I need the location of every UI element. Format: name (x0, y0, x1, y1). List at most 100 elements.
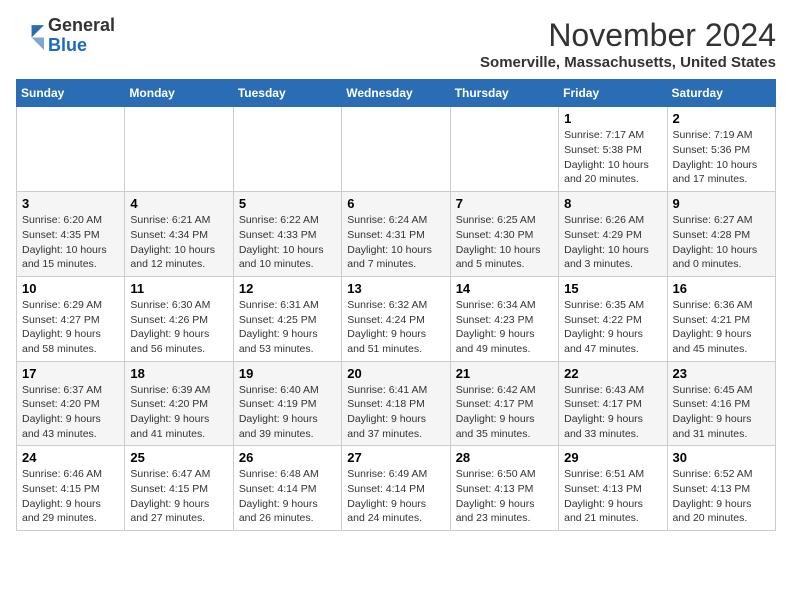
day-number: 2 (673, 111, 770, 126)
calendar-cell: 21Sunrise: 6:42 AM Sunset: 4:17 PM Dayli… (450, 361, 558, 446)
day-number: 10 (22, 281, 119, 296)
day-number: 16 (673, 281, 770, 296)
calendar-cell (342, 107, 450, 192)
logo-blue-text: Blue (48, 36, 115, 56)
day-number: 30 (673, 450, 770, 465)
calendar-header-row: SundayMondayTuesdayWednesdayThursdayFrid… (17, 80, 776, 107)
calendar-week-row: 10 Sunrise: 6:29 AM Sunset: 4:27 PM Dayli… (17, 276, 776, 361)
day-number: 7 (456, 196, 553, 211)
col-header-tuesday: Tuesday (233, 80, 341, 107)
day-number: 13 (347, 281, 444, 296)
calendar-cell: 13 Sunrise: 6:32 AM Sunset: 4:24 PM Dayli… (342, 276, 450, 361)
day-info: Sunrise: 6:43 AM Sunset: 4:17 PM Dayligh… (564, 383, 661, 442)
day-number: 4 (130, 196, 227, 211)
day-number: 25 (130, 450, 227, 465)
day-info: Sunrise: 6:50 AM Sunset: 4:13 PM Dayligh… (456, 467, 553, 526)
day-number: 26 (239, 450, 336, 465)
calendar-cell: 27 Sunrise: 6:49 AM Sunset: 4:14 PM Dayli… (342, 446, 450, 531)
header: General Blue November 2024 Somerville, M… (16, 16, 776, 71)
col-header-wednesday: Wednesday (342, 80, 450, 107)
calendar-cell: 29Sunrise: 6:51 AM Sunset: 4:13 PM Dayli… (559, 446, 667, 531)
calendar-cell: 7 Sunrise: 6:25 AM Sunset: 4:30 PM Daylig… (450, 192, 558, 277)
day-number: 11 (130, 281, 227, 296)
calendar-cell: 4 Sunrise: 6:21 AM Sunset: 4:34 PM Daylig… (125, 192, 233, 277)
col-header-thursday: Thursday (450, 80, 558, 107)
day-info: Sunrise: 6:25 AM Sunset: 4:30 PM Dayligh… (456, 213, 553, 272)
calendar-cell: 1 Sunrise: 7:17 AM Sunset: 5:38 PM Daylig… (559, 107, 667, 192)
calendar-week-row: 3Sunrise: 6:20 AM Sunset: 4:35 PM Daylig… (17, 192, 776, 277)
logo-general-text: General (48, 16, 115, 36)
day-info: Sunrise: 6:45 AM Sunset: 4:16 PM Dayligh… (673, 383, 770, 442)
day-info: Sunrise: 6:34 AM Sunset: 4:23 PM Dayligh… (456, 298, 553, 357)
day-info: Sunrise: 6:41 AM Sunset: 4:18 PM Dayligh… (347, 383, 444, 442)
day-number: 22 (564, 366, 661, 381)
calendar-cell: 11 Sunrise: 6:30 AM Sunset: 4:26 PM Dayli… (125, 276, 233, 361)
day-info: Sunrise: 6:37 AM Sunset: 4:20 PM Dayligh… (22, 383, 119, 442)
calendar-cell (17, 107, 125, 192)
calendar-week-row: 1 Sunrise: 7:17 AM Sunset: 5:38 PM Daylig… (17, 107, 776, 192)
col-header-monday: Monday (125, 80, 233, 107)
calendar-cell: 16 Sunrise: 6:36 AM Sunset: 4:21 PM Dayli… (667, 276, 775, 361)
day-info: Sunrise: 6:29 AM Sunset: 4:27 PM Dayligh… (22, 298, 119, 357)
calendar-cell: 20 Sunrise: 6:41 AM Sunset: 4:18 PM Dayli… (342, 361, 450, 446)
day-number: 14 (456, 281, 553, 296)
calendar-cell: 24 Sunrise: 6:46 AM Sunset: 4:15 PM Dayli… (17, 446, 125, 531)
day-info: Sunrise: 6:48 AM Sunset: 4:14 PM Dayligh… (239, 467, 336, 526)
calendar-cell: 9 Sunrise: 6:27 AM Sunset: 4:28 PM Daylig… (667, 192, 775, 277)
day-info: Sunrise: 6:31 AM Sunset: 4:25 PM Dayligh… (239, 298, 336, 357)
day-info: Sunrise: 6:36 AM Sunset: 4:21 PM Dayligh… (673, 298, 770, 357)
day-number: 19 (239, 366, 336, 381)
day-info: Sunrise: 6:49 AM Sunset: 4:14 PM Dayligh… (347, 467, 444, 526)
day-number: 9 (673, 196, 770, 211)
day-info: Sunrise: 6:21 AM Sunset: 4:34 PM Dayligh… (130, 213, 227, 272)
day-number: 1 (564, 111, 661, 126)
calendar-cell: 14 Sunrise: 6:34 AM Sunset: 4:23 PM Dayli… (450, 276, 558, 361)
day-number: 15 (564, 281, 661, 296)
calendar-cell (125, 107, 233, 192)
logo: General Blue (16, 16, 115, 56)
col-header-saturday: Saturday (667, 80, 775, 107)
calendar-cell: 5Sunrise: 6:22 AM Sunset: 4:33 PM Daylig… (233, 192, 341, 277)
calendar-cell: 30 Sunrise: 6:52 AM Sunset: 4:13 PM Dayli… (667, 446, 775, 531)
calendar-cell: 2 Sunrise: 7:19 AM Sunset: 5:36 PM Daylig… (667, 107, 775, 192)
day-info: Sunrise: 6:39 AM Sunset: 4:20 PM Dayligh… (130, 383, 227, 442)
calendar-cell: 28 Sunrise: 6:50 AM Sunset: 4:13 PM Dayli… (450, 446, 558, 531)
day-number: 23 (673, 366, 770, 381)
calendar-cell: 12 Sunrise: 6:31 AM Sunset: 4:25 PM Dayli… (233, 276, 341, 361)
col-header-sunday: Sunday (17, 80, 125, 107)
calendar-cell: 6Sunrise: 6:24 AM Sunset: 4:31 PM Daylig… (342, 192, 450, 277)
day-number: 12 (239, 281, 336, 296)
calendar-cell: 3Sunrise: 6:20 AM Sunset: 4:35 PM Daylig… (17, 192, 125, 277)
calendar-cell: 18 Sunrise: 6:39 AM Sunset: 4:20 PM Dayli… (125, 361, 233, 446)
calendar-cell: 17 Sunrise: 6:37 AM Sunset: 4:20 PM Dayli… (17, 361, 125, 446)
day-info: Sunrise: 7:17 AM Sunset: 5:38 PM Dayligh… (564, 128, 661, 187)
title-area: November 2024 Somerville, Massachusetts,… (480, 16, 776, 71)
day-number: 17 (22, 366, 119, 381)
day-number: 20 (347, 366, 444, 381)
day-number: 21 (456, 366, 553, 381)
day-number: 27 (347, 450, 444, 465)
day-number: 5 (239, 196, 336, 211)
calendar-cell: 22 Sunrise: 6:43 AM Sunset: 4:17 PM Dayli… (559, 361, 667, 446)
day-number: 3 (22, 196, 119, 211)
day-info: Sunrise: 6:30 AM Sunset: 4:26 PM Dayligh… (130, 298, 227, 357)
day-info: Sunrise: 6:47 AM Sunset: 4:15 PM Dayligh… (130, 467, 227, 526)
day-info: Sunrise: 6:26 AM Sunset: 4:29 PM Dayligh… (564, 213, 661, 272)
calendar-cell (450, 107, 558, 192)
calendar-cell: 8 Sunrise: 6:26 AM Sunset: 4:29 PM Daylig… (559, 192, 667, 277)
calendar-cell: 26 Sunrise: 6:48 AM Sunset: 4:14 PM Dayli… (233, 446, 341, 531)
day-info: Sunrise: 6:52 AM Sunset: 4:13 PM Dayligh… (673, 467, 770, 526)
day-info: Sunrise: 6:32 AM Sunset: 4:24 PM Dayligh… (347, 298, 444, 357)
day-number: 8 (564, 196, 661, 211)
day-number: 18 (130, 366, 227, 381)
calendar-cell: 10 Sunrise: 6:29 AM Sunset: 4:27 PM Dayli… (17, 276, 125, 361)
day-info: Sunrise: 6:27 AM Sunset: 4:28 PM Dayligh… (673, 213, 770, 272)
day-number: 28 (456, 450, 553, 465)
day-info: Sunrise: 6:35 AM Sunset: 4:22 PM Dayligh… (564, 298, 661, 357)
day-info: Sunrise: 6:46 AM Sunset: 4:15 PM Dayligh… (22, 467, 119, 526)
day-number: 24 (22, 450, 119, 465)
day-info: Sunrise: 7:19 AM Sunset: 5:36 PM Dayligh… (673, 128, 770, 187)
day-number: 29 (564, 450, 661, 465)
calendar-cell: 15 Sunrise: 6:35 AM Sunset: 4:22 PM Dayli… (559, 276, 667, 361)
calendar-cell: 23 Sunrise: 6:45 AM Sunset: 4:16 PM Dayli… (667, 361, 775, 446)
